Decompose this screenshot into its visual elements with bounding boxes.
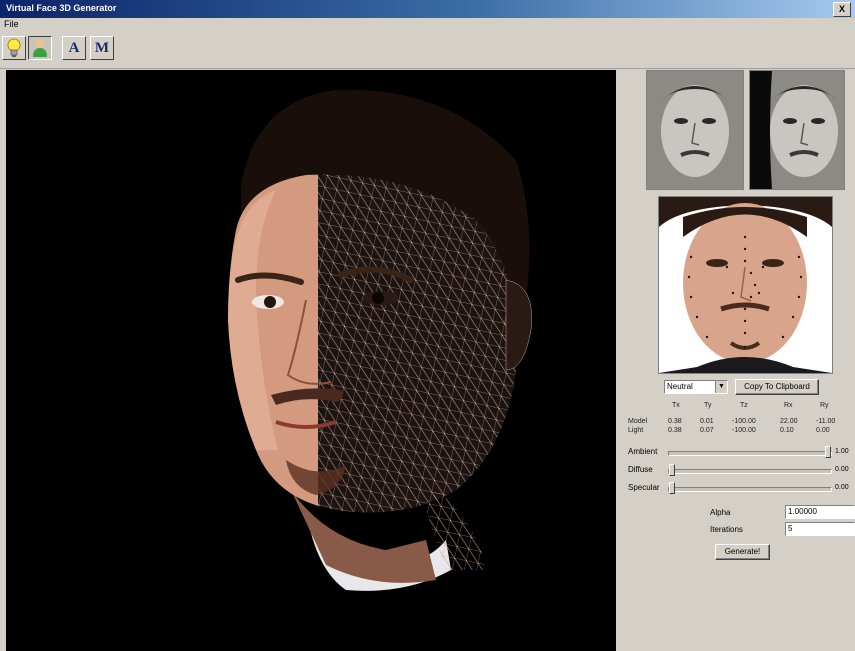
alpha-field[interactable]: 1.00000	[785, 505, 855, 519]
coord-header: Ty	[704, 402, 712, 409]
diffuse-slider-thumb[interactable]	[669, 464, 675, 476]
person-button[interactable]	[28, 36, 52, 60]
menu-file[interactable]: File	[4, 19, 19, 29]
coord-value: -100.00	[732, 418, 756, 425]
face-photo-landmarks	[659, 197, 832, 373]
copy-to-clipboard-button[interactable]: Copy To Clipboard	[735, 379, 819, 395]
coord-header: Rx	[784, 402, 793, 409]
thumbnail-side[interactable]	[749, 70, 845, 190]
coord-value: 0.10	[780, 427, 794, 434]
chevron-down-icon: ▼	[715, 381, 727, 393]
render-viewport[interactable]	[6, 70, 616, 651]
coord-value: 0.01	[700, 418, 714, 425]
coord-row-label: Model	[628, 418, 648, 425]
specular-slider[interactable]	[668, 482, 832, 494]
light-button[interactable]	[2, 36, 26, 60]
toolbar: A M	[0, 32, 855, 69]
specular-slider-thumb[interactable]	[669, 482, 675, 494]
iterations-label: Iterations	[710, 525, 743, 534]
view-select-value: Neutral	[667, 382, 693, 391]
coord-value: -100.00	[732, 427, 756, 434]
specular-label: Specular	[628, 483, 660, 492]
coord-value: -11.00	[816, 418, 836, 425]
menu-bar: File	[0, 18, 855, 32]
ambient-slider[interactable]	[668, 446, 832, 458]
coord-value: 0.38	[668, 427, 682, 434]
close-button[interactable]: X	[833, 2, 851, 17]
coord-value: 22.00	[780, 418, 798, 425]
alpha-label: Alpha	[710, 508, 731, 517]
a-button[interactable]: A	[62, 36, 86, 60]
ambient-slider-thumb[interactable]	[825, 446, 831, 458]
face-render	[228, 89, 532, 591]
lightbulb-icon	[7, 38, 21, 57]
coord-value: 0.07	[700, 427, 714, 434]
coord-value: 0.38	[668, 418, 682, 425]
coord-value: 0.00	[816, 427, 830, 434]
coord-header: Tx	[672, 402, 680, 409]
m-button-label: M	[94, 39, 110, 56]
coord-row-label: Light	[628, 427, 644, 434]
coord-header: Tz	[740, 402, 748, 409]
ambient-value: 1.00	[835, 448, 849, 455]
m-button[interactable]: M	[90, 36, 114, 60]
window-title: Virtual Face 3D Generator	[6, 3, 117, 13]
person-icon	[33, 39, 47, 57]
generate-button[interactable]: Generate!	[715, 544, 770, 560]
a-button-label: A	[68, 39, 80, 56]
diffuse-slider[interactable]	[668, 464, 832, 476]
landmark-photo[interactable]	[658, 196, 833, 374]
side-panel: Neutral ▼ Copy To Clipboard Tx Ty Tz Rx …	[622, 70, 855, 651]
iterations-field[interactable]: 5	[785, 522, 855, 536]
thumbnail-front[interactable]	[646, 70, 744, 190]
coord-header: Ry	[820, 402, 829, 409]
face-thumbnail-side	[750, 71, 844, 189]
specular-value: 0.00	[835, 484, 849, 491]
diffuse-label: Diffuse	[628, 465, 653, 474]
window-titlebar: Virtual Face 3D Generator X	[0, 0, 855, 18]
face-thumbnail-front	[647, 71, 743, 189]
diffuse-value: 0.00	[835, 466, 849, 473]
ambient-label: Ambient	[628, 447, 658, 456]
view-select[interactable]: Neutral ▼	[664, 380, 728, 394]
